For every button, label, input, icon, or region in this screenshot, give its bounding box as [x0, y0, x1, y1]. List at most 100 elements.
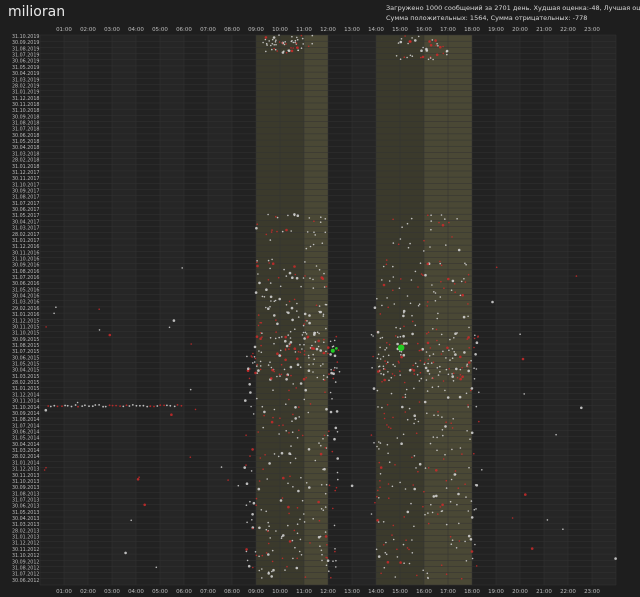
data-point [273, 370, 276, 373]
data-point [402, 342, 406, 345]
data-point [53, 312, 55, 315]
data-point [470, 431, 474, 435]
data-point [426, 332, 428, 335]
data-point [434, 39, 437, 42]
data-point [464, 483, 466, 486]
data-point [337, 478, 339, 481]
data-point [403, 325, 405, 328]
data-point [464, 281, 467, 283]
data-point [322, 509, 325, 512]
data-point [168, 326, 171, 329]
data-point [445, 421, 447, 424]
data-point [478, 391, 480, 394]
x-tick-label-bottom: 01:00 [56, 589, 72, 595]
data-point [280, 363, 283, 366]
data-point [413, 373, 416, 375]
data-point [155, 566, 158, 569]
data-point [250, 355, 253, 357]
data-point [301, 348, 303, 350]
data-point [278, 297, 282, 301]
data-point [414, 362, 417, 365]
data-point [261, 336, 263, 338]
data-point [280, 373, 283, 376]
data-point [276, 352, 279, 356]
data-point [407, 246, 410, 249]
data-point [288, 300, 291, 303]
data-point [321, 559, 323, 562]
y-tick-label: 30.04.2016 [12, 294, 39, 300]
data-point [336, 457, 340, 460]
data-point [270, 366, 273, 369]
data-point [311, 344, 313, 347]
data-point [274, 48, 277, 51]
data-point [397, 243, 400, 246]
data-point [272, 389, 274, 392]
data-point [252, 527, 254, 530]
data-point [319, 535, 322, 538]
data-point [414, 270, 417, 273]
y-tick-label: 31.07.2019 [12, 53, 39, 59]
data-point [317, 345, 320, 348]
highlight-point [335, 347, 338, 350]
data-point [139, 404, 141, 407]
data-point [399, 238, 402, 240]
y-tick-label: 31.03.2016 [12, 300, 39, 306]
x-tick-label-bottom: 08:00 [224, 589, 240, 595]
data-point [441, 223, 445, 227]
data-point [427, 467, 430, 469]
data-point [429, 442, 432, 445]
data-point [268, 40, 271, 42]
data-point [445, 368, 448, 371]
y-tick-label: 31.03.2014 [12, 448, 39, 454]
y-tick-label: 30.11.2018 [12, 102, 39, 108]
data-point [458, 395, 462, 399]
data-point [130, 519, 132, 522]
data-point [372, 355, 374, 358]
data-point [385, 553, 388, 556]
data-point [384, 360, 386, 362]
data-point [288, 512, 290, 515]
y-tick-label: 31.08.2019 [12, 46, 39, 52]
data-point [115, 404, 117, 407]
data-point [265, 50, 267, 53]
data-point [302, 43, 305, 45]
data-point [372, 335, 374, 337]
y-tick-label: 31.05.2017 [12, 213, 39, 219]
data-point [400, 354, 402, 356]
data-point [292, 47, 295, 49]
data-point [323, 434, 326, 437]
data-point [323, 286, 326, 288]
data-point [337, 349, 340, 352]
data-point [320, 484, 323, 486]
data-point [303, 337, 306, 340]
y-tick-label: 31.01.2018 [12, 164, 39, 170]
data-point [246, 521, 248, 524]
y-tick-label: 31.10.2012 [12, 553, 39, 559]
data-point [445, 357, 447, 359]
data-point [258, 526, 261, 530]
data-point [459, 447, 462, 449]
data-point [269, 295, 273, 299]
data-point [381, 279, 383, 281]
data-point [323, 338, 325, 341]
data-point [449, 359, 451, 361]
data-point [438, 343, 441, 346]
data-point [258, 480, 261, 482]
data-point [382, 365, 385, 368]
data-point [281, 51, 285, 54]
data-point [172, 319, 176, 322]
data-point [478, 420, 480, 423]
data-point [399, 40, 403, 44]
data-point [435, 469, 438, 472]
data-point [408, 369, 412, 372]
y-tick-label: 31.07.2016 [12, 275, 39, 281]
data-point [294, 417, 298, 420]
data-point [298, 550, 301, 553]
data-point [392, 538, 395, 541]
data-point [305, 333, 308, 335]
data-point [446, 346, 449, 350]
data-point [427, 358, 430, 361]
data-point [424, 361, 426, 364]
data-point [379, 346, 381, 349]
data-point [259, 457, 262, 459]
